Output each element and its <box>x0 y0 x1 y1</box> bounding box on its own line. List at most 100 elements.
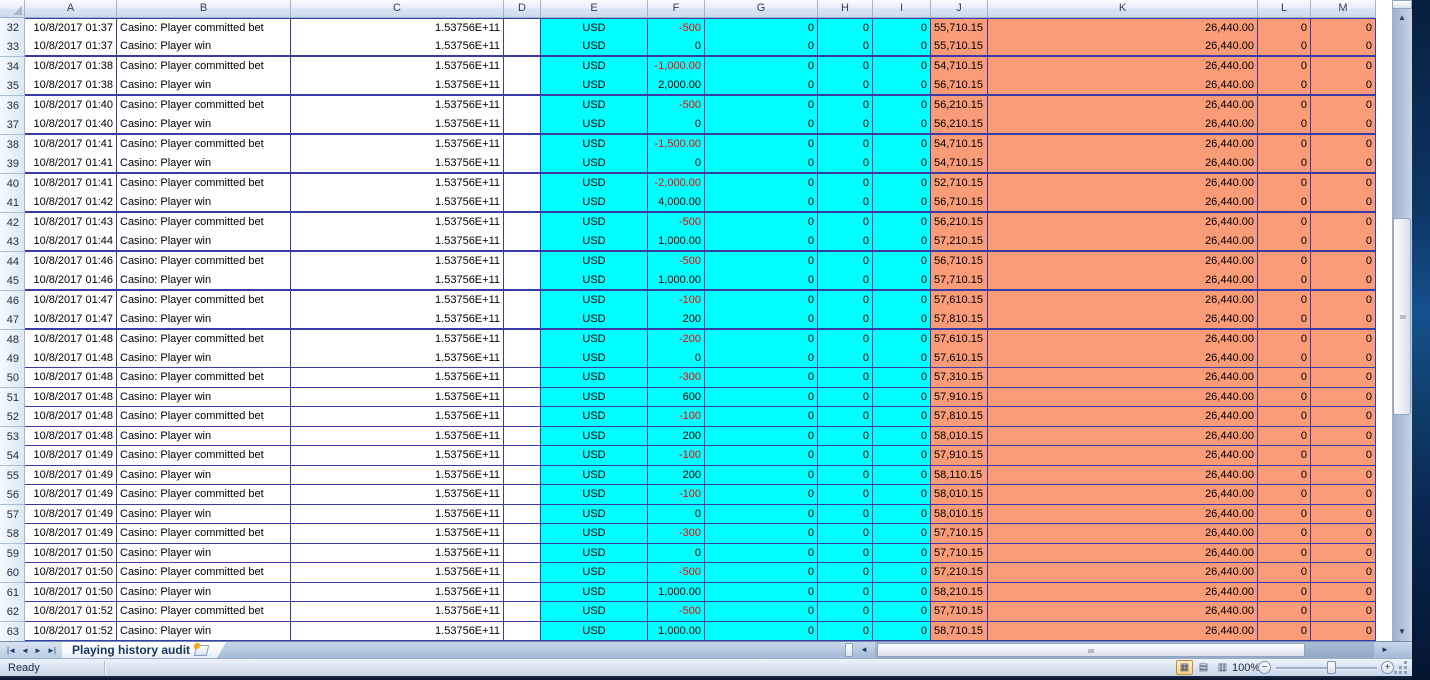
cell-i[interactable]: 0 <box>873 251 931 272</box>
scroll-down-icon[interactable]: ▼ <box>1392 623 1412 641</box>
cell-datetime[interactable]: 10/8/2017 01:48 <box>25 368 117 389</box>
cell-transaction-id[interactable]: 1.53756E+11 <box>291 232 504 253</box>
cell-transaction-id[interactable]: 1.53756E+11 <box>291 387 504 408</box>
cell-transaction-id[interactable]: 1.53756E+11 <box>291 154 504 175</box>
cell-description[interactable]: Casino: Player committed bet <box>117 407 291 428</box>
cell-transaction-id[interactable]: 1.53756E+11 <box>291 563 504 584</box>
cell-datetime[interactable]: 10/8/2017 01:49 <box>25 504 117 525</box>
row-header[interactable]: 40 <box>0 173 25 194</box>
cell-description[interactable]: Casino: Player committed bet <box>117 173 291 194</box>
cell-m[interactable]: 0 <box>1311 446 1376 467</box>
cell-h[interactable]: 0 <box>818 37 873 58</box>
cell-m[interactable]: 0 <box>1311 465 1376 486</box>
row-header[interactable]: 63 <box>0 621 25 641</box>
cell-g[interactable]: 0 <box>705 387 818 408</box>
cell-balance[interactable]: 57,210.15 <box>931 563 988 584</box>
row-header[interactable]: 56 <box>0 485 25 506</box>
cell-amount[interactable]: -100 <box>648 446 705 467</box>
cell-k[interactable]: 26,440.00 <box>988 465 1258 486</box>
cell-k[interactable]: 26,440.00 <box>988 485 1258 506</box>
cell-m[interactable]: 0 <box>1311 37 1376 58</box>
cell-currency[interactable]: USD <box>541 485 648 506</box>
column-header-a[interactable]: A <box>25 0 117 18</box>
cell-g[interactable]: 0 <box>705 37 818 58</box>
cell-description[interactable]: Casino: Player committed bet <box>117 251 291 272</box>
cell-amount[interactable]: -1,000.00 <box>648 56 705 77</box>
cell-g[interactable]: 0 <box>705 602 818 623</box>
cell-transaction-id[interactable]: 1.53756E+11 <box>291 446 504 467</box>
cell-i[interactable]: 0 <box>873 524 931 545</box>
cell-d[interactable] <box>504 368 541 389</box>
cell-transaction-id[interactable]: 1.53756E+11 <box>291 407 504 428</box>
cell-g[interactable]: 0 <box>705 368 818 389</box>
vertical-scrollbar[interactable]: ▲ ▼ <box>1392 0 1412 641</box>
cell-m[interactable]: 0 <box>1311 251 1376 272</box>
cell-transaction-id[interactable]: 1.53756E+11 <box>291 543 504 564</box>
row-header[interactable]: 58 <box>0 524 25 545</box>
cell-transaction-id[interactable]: 1.53756E+11 <box>291 37 504 58</box>
cell-description[interactable]: Casino: Player win <box>117 465 291 486</box>
cell-description[interactable]: Casino: Player win <box>117 76 291 97</box>
cell-l[interactable]: 0 <box>1258 524 1311 545</box>
cell-currency[interactable]: USD <box>541 154 648 175</box>
cell-d[interactable] <box>504 446 541 467</box>
cell-description[interactable]: Casino: Player committed bet <box>117 446 291 467</box>
cell-h[interactable]: 0 <box>818 407 873 428</box>
vertical-split-handle[interactable] <box>1392 0 1412 9</box>
cell-balance[interactable]: 57,610.15 <box>931 348 988 369</box>
cell-amount[interactable]: -500 <box>648 95 705 116</box>
cell-description[interactable]: Casino: Player win <box>117 115 291 136</box>
previous-sheet-icon[interactable]: ◄ <box>21 646 29 655</box>
cell-i[interactable]: 0 <box>873 485 931 506</box>
cell-datetime[interactable]: 10/8/2017 01:38 <box>25 56 117 77</box>
cell-m[interactable]: 0 <box>1311 173 1376 194</box>
cell-datetime[interactable]: 10/8/2017 01:38 <box>25 76 117 97</box>
cell-g[interactable]: 0 <box>705 563 818 584</box>
cell-transaction-id[interactable]: 1.53756E+11 <box>291 212 504 233</box>
cell-balance[interactable]: 57,810.15 <box>931 407 988 428</box>
cell-datetime[interactable]: 10/8/2017 01:46 <box>25 271 117 292</box>
cell-h[interactable]: 0 <box>818 310 873 331</box>
cell-i[interactable]: 0 <box>873 465 931 486</box>
cell-i[interactable]: 0 <box>873 290 931 311</box>
cell-l[interactable]: 0 <box>1258 56 1311 77</box>
cell-k[interactable]: 26,440.00 <box>988 251 1258 272</box>
cell-datetime[interactable]: 10/8/2017 01:48 <box>25 426 117 447</box>
scroll-left-icon[interactable]: ◄ <box>853 642 875 658</box>
cell-h[interactable]: 0 <box>818 465 873 486</box>
cell-currency[interactable]: USD <box>541 524 648 545</box>
cell-amount[interactable]: -300 <box>648 368 705 389</box>
cell-transaction-id[interactable]: 1.53756E+11 <box>291 134 504 155</box>
cell-h[interactable]: 0 <box>818 504 873 525</box>
cell-m[interactable]: 0 <box>1311 563 1376 584</box>
cell-amount[interactable]: 200 <box>648 426 705 447</box>
insert-worksheet-icon[interactable] <box>194 645 209 656</box>
cell-d[interactable] <box>504 290 541 311</box>
cell-balance[interactable]: 57,810.15 <box>931 310 988 331</box>
cell-g[interactable]: 0 <box>705 251 818 272</box>
cell-amount[interactable]: 2,000.00 <box>648 76 705 97</box>
cell-transaction-id[interactable]: 1.53756E+11 <box>291 621 504 641</box>
cell-balance[interactable]: 54,710.15 <box>931 134 988 155</box>
cell-transaction-id[interactable]: 1.53756E+11 <box>291 115 504 136</box>
cell-description[interactable]: Casino: Player committed bet <box>117 18 291 38</box>
scroll-up-icon[interactable]: ▲ <box>1392 9 1412 27</box>
cell-d[interactable] <box>504 348 541 369</box>
cell-transaction-id[interactable]: 1.53756E+11 <box>291 329 504 350</box>
cell-m[interactable]: 0 <box>1311 524 1376 545</box>
cell-l[interactable]: 0 <box>1258 407 1311 428</box>
cell-transaction-id[interactable]: 1.53756E+11 <box>291 310 504 331</box>
cell-g[interactable]: 0 <box>705 504 818 525</box>
cell-description[interactable]: Casino: Player committed bet <box>117 563 291 584</box>
cell-transaction-id[interactable]: 1.53756E+11 <box>291 348 504 369</box>
cell-d[interactable] <box>504 76 541 97</box>
cell-currency[interactable]: USD <box>541 348 648 369</box>
cell-balance[interactable]: 57,610.15 <box>931 329 988 350</box>
cell-d[interactable] <box>504 387 541 408</box>
cell-l[interactable]: 0 <box>1258 290 1311 311</box>
cell-m[interactable]: 0 <box>1311 426 1376 447</box>
cell-k[interactable]: 26,440.00 <box>988 232 1258 253</box>
cell-l[interactable]: 0 <box>1258 504 1311 525</box>
cell-currency[interactable]: USD <box>541 232 648 253</box>
cell-description[interactable]: Casino: Player win <box>117 426 291 447</box>
